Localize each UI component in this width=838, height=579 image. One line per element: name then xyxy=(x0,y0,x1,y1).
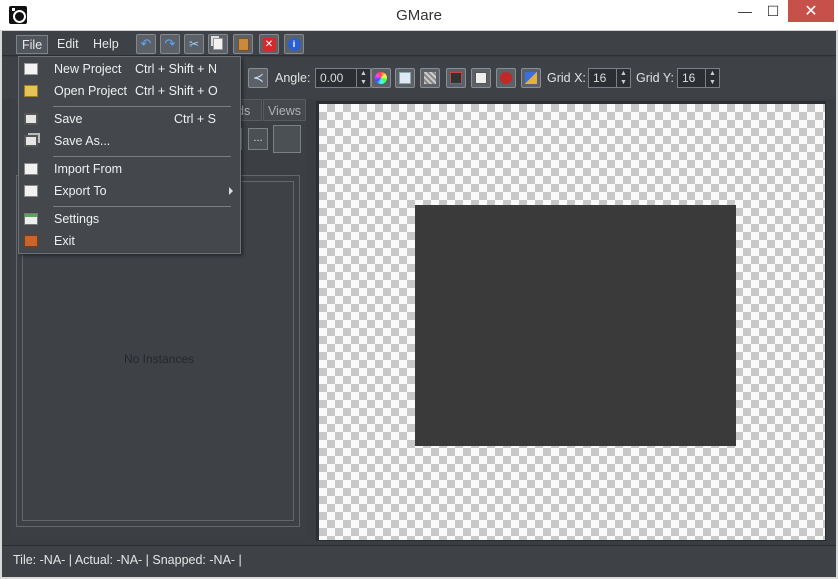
menu-item-settings[interactable]: Settings xyxy=(19,209,240,231)
menu-file[interactable]: File xyxy=(16,35,49,54)
grid-x-input[interactable]: 16 ▲ ▼ xyxy=(588,68,631,88)
menu-item-label: Open Project xyxy=(54,84,127,98)
window-title: GMare xyxy=(396,7,442,24)
minimize-button[interactable]: — xyxy=(731,0,759,22)
menu-item-shortcut: Ctrl + S xyxy=(173,112,216,126)
tiles-icon xyxy=(450,72,462,84)
menu-item-exit[interactable]: Exit xyxy=(19,231,240,253)
menu-edit[interactable]: Edit xyxy=(52,35,84,54)
menu-item-label: Export To xyxy=(54,184,107,198)
menu-item-label: Save As... xyxy=(54,134,111,148)
menu-separator xyxy=(53,206,231,207)
layer-icon xyxy=(475,72,487,84)
menu-item-label: Save xyxy=(54,112,83,126)
tab-views[interactable]: Views xyxy=(263,99,306,121)
color-wheel-icon xyxy=(375,72,387,84)
floppy-disk-icon xyxy=(24,113,38,125)
objects-button[interactable] xyxy=(521,68,541,88)
grid-x-value: 16 xyxy=(593,71,607,85)
redo-icon: ↷ xyxy=(164,36,176,51)
menu-item-label: Exit xyxy=(54,234,75,248)
settings-icon xyxy=(24,213,38,225)
close-window-button[interactable]: ✕ xyxy=(788,0,834,22)
menu-item-label: Import From xyxy=(54,162,123,176)
object-preview xyxy=(273,125,301,153)
menu-item-open-project[interactable]: Open Project Ctrl + Shift + O xyxy=(19,81,240,103)
about-button[interactable]: i xyxy=(284,34,304,54)
delete-button[interactable]: ✕ xyxy=(259,34,279,54)
info-icon: i xyxy=(287,37,301,51)
no-instances-text: No Instances xyxy=(123,352,195,366)
angle-label: Angle: xyxy=(275,71,311,85)
redo-button[interactable]: ↷ xyxy=(160,34,180,54)
submenu-arrow-icon xyxy=(229,187,233,195)
file-dropdown-menu: New Project Ctrl + Shift + N Open Projec… xyxy=(18,56,241,254)
menu-separator xyxy=(53,106,231,107)
clipboard-icon xyxy=(237,37,249,51)
objects-icon xyxy=(525,72,537,84)
import-icon xyxy=(24,163,38,175)
menu-item-shortcut: Ctrl + Shift + N xyxy=(135,62,217,76)
menu-item-new-project[interactable]: New Project Ctrl + Shift + N xyxy=(19,59,240,81)
grid-y-stepper[interactable]: ▲ ▼ xyxy=(705,69,719,87)
grid-y-value: 16 xyxy=(682,71,696,85)
grid-x-stepper[interactable]: ▲ ▼ xyxy=(616,69,630,87)
menu-separator xyxy=(53,156,231,157)
menu-item-import-from[interactable]: Import From xyxy=(19,159,240,181)
ball-icon xyxy=(500,72,512,84)
flip-button[interactable]: ≺ xyxy=(248,68,268,88)
grid-y-label: Grid Y: xyxy=(636,71,674,85)
title-bar: GMare — ☐ ✕ xyxy=(0,0,838,31)
color-button[interactable] xyxy=(371,68,391,88)
save-as-icon xyxy=(24,135,38,147)
menu-help[interactable]: Help xyxy=(88,35,124,54)
paste-button[interactable] xyxy=(233,34,253,54)
status-bar: Tile: -NA- | Actual: -NA- | Snapped: -NA… xyxy=(2,545,836,577)
undo-button[interactable]: ↶ xyxy=(136,34,156,54)
arrow-left-icon: ≺ xyxy=(253,70,264,85)
instance-button[interactable] xyxy=(496,68,516,88)
menu-item-save[interactable]: Save Ctrl + S xyxy=(19,109,240,131)
grid-x-label: Grid X: xyxy=(547,71,586,85)
scissors-icon: ✂ xyxy=(188,37,200,51)
menu-item-shortcut: Ctrl + Shift + O xyxy=(135,84,218,98)
menu-item-label: Settings xyxy=(54,212,100,226)
maximize-button[interactable]: ☐ xyxy=(759,0,787,22)
undo-icon: ↶ xyxy=(140,36,152,51)
room-canvas-frame xyxy=(316,101,826,541)
layer-button[interactable] xyxy=(471,68,491,88)
menu-bar: File Edit Help ↶ ↷ ✂ ✕ i xyxy=(2,31,836,56)
menu-item-export-to[interactable]: Export To xyxy=(19,181,240,203)
room-canvas[interactable] xyxy=(319,104,825,540)
delete-icon: ✕ xyxy=(262,37,276,51)
app-area: File Edit Help ↶ ↷ ✂ ✕ i ≺ Angle: 0.00 ▲… xyxy=(2,31,836,577)
grid-pattern-icon xyxy=(424,72,436,84)
grid-pattern-button[interactable] xyxy=(420,68,440,88)
folder-open-icon xyxy=(24,85,38,97)
new-project-icon xyxy=(24,63,38,75)
cut-button[interactable]: ✂ xyxy=(184,34,204,54)
tiles-button[interactable] xyxy=(446,68,466,88)
grid-icon xyxy=(399,72,411,84)
exit-door-icon xyxy=(24,235,38,247)
grid-y-input[interactable]: 16 ▲ ▼ xyxy=(677,68,720,88)
angle-stepper[interactable]: ▲ ▼ xyxy=(356,69,370,87)
browse-button[interactable]: ... xyxy=(248,128,268,150)
grid-toggle-button[interactable] xyxy=(395,68,415,88)
export-icon xyxy=(24,185,38,197)
room-area[interactable] xyxy=(415,205,736,446)
angle-value: 0.00 xyxy=(320,71,344,85)
menu-item-save-as[interactable]: Save As... xyxy=(19,131,240,153)
angle-input[interactable]: 0.00 ▲ ▼ xyxy=(315,68,371,88)
copy-icon xyxy=(213,38,223,50)
menu-item-label: New Project xyxy=(54,62,122,76)
copy-button[interactable] xyxy=(208,34,228,54)
